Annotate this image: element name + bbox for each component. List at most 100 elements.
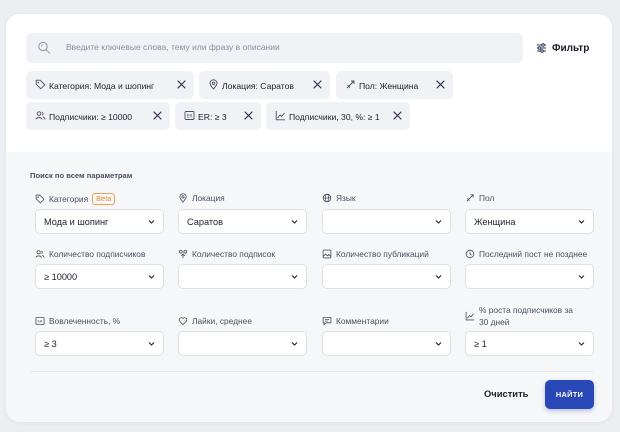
close-icon[interactable] [243,110,254,121]
close-icon[interactable] [152,110,163,121]
location-pin-icon [209,79,218,90]
subscriptions-icon [178,249,188,259]
section-title: Поиск по всем параметрам [30,171,133,180]
posts-select[interactable] [322,264,451,289]
likes-select[interactable] [178,331,307,356]
gender-select[interactable]: Женщина [465,209,594,234]
chevron-down-icon [291,220,298,224]
field-label-gender: Пол [465,193,494,203]
filter-chip-er: ER ER: ≥ 3 [175,102,261,130]
search-input[interactable]: Введите ключевые слова, тему или фразу в… [26,33,523,63]
language-select[interactable] [322,209,451,234]
svg-text:ER: ER [37,319,42,324]
field-label-comments: Комментарии [322,316,389,326]
er-icon: ER [184,111,195,120]
filter-chip-label: Пол: Женщина [359,81,419,91]
comment-icon [322,316,332,326]
field-label-category: Категория Beta [35,193,116,205]
field-label-text: Пол [479,193,495,203]
growth-chart-icon [275,111,285,121]
gender-icon [466,194,474,202]
field-label-engagement: ER Вовлеченность, % [35,316,120,326]
growth-chart-icon [465,311,475,321]
close-icon[interactable] [312,79,323,90]
last-post-select[interactable] [465,264,594,289]
er-icon: ER [35,316,45,326]
sliders-icon [537,43,546,53]
field-label-location: Локация [178,193,225,203]
filter-chip-growth: Подписчики, 30, %: ≥ 1 [266,102,410,130]
select-value: ≥ 3 [44,339,57,349]
chevron-down-icon [148,275,155,279]
filter-button-label: Фильтр [552,42,590,54]
chevron-down-icon [435,275,442,279]
chevron-down-icon [435,220,442,224]
field-label-text: Последний пост не позднее [479,249,588,259]
location-pin-icon [179,193,187,203]
gender-icon [346,80,355,89]
field-label-growth: % роста подписчиков за 30 дней [465,304,583,328]
chevron-down-icon [578,342,585,346]
chevron-down-icon [435,342,442,346]
svg-text:ER: ER [187,113,193,118]
field-label-posts: Количество публикаций [322,249,429,259]
search-icon [38,41,51,54]
filter-chip-followers: Подписчики: ≥ 10000 [26,102,170,130]
select-value: ≥ 1 [474,339,487,349]
location-select[interactable]: Саратов [178,209,307,234]
chevron-down-icon [578,275,585,279]
filter-chip-gender: Пол: Женщина [336,71,453,99]
filter-chip-category: Категория: Мода и шопинг [26,71,194,99]
field-label-text: Количество подписок [192,249,276,259]
followers-icon [35,111,46,120]
filter-chip-label: ER: ≥ 3 [198,112,227,122]
field-label-text: Категория [49,194,89,204]
growth-select[interactable]: ≥ 1 [465,331,594,356]
filter-chip-label: Подписчики: ≥ 10000 [49,112,133,122]
field-label-text: Лайки, среднее [192,316,252,326]
subscriptions-select[interactable] [178,264,307,289]
field-label-text: % роста подписчиков за 30 дней [479,305,573,327]
tag-icon [35,79,46,90]
category-select[interactable]: Мода и шопинг [35,209,164,234]
search-placeholder: Введите ключевые слова, тему или фразу в… [66,42,280,52]
select-value: Мода и шопинг [44,217,109,227]
followers-icon [35,250,45,258]
close-icon[interactable] [176,79,187,90]
field-label-text: Язык [336,193,356,203]
close-icon[interactable] [435,79,446,90]
field-label-last-post: Последний пост не позднее [465,249,587,259]
image-icon [322,249,332,259]
clock-icon [465,249,475,259]
divider [30,371,593,372]
followers-select[interactable]: ≥ 10000 [35,264,164,289]
field-label-subscriptions: Количество подписок [178,249,275,259]
chevron-down-icon [148,342,155,346]
select-value: Женщина [474,217,516,227]
comments-select[interactable] [322,331,451,356]
chevron-down-icon [291,275,298,279]
filter-chip-label: Локация: Саратов [222,81,294,91]
close-icon[interactable] [392,110,403,121]
chevron-down-icon [578,220,585,224]
search-filter-card: Введите ключевые слова, тему или фразу в… [6,14,612,422]
field-label-text: Количество публикаций [336,249,429,259]
beta-badge: Beta [92,193,116,205]
field-label-text: Вовлеченность, % [49,316,121,326]
tag-icon [35,194,45,204]
heart-icon [178,317,188,326]
clear-button[interactable]: Очистить [484,388,528,399]
field-label-text: Количество подписчиков [49,249,146,259]
select-value: ≥ 10000 [44,272,78,282]
field-label-likes: Лайки, среднее [178,316,252,326]
filter-chip-label: Подписчики, 30, %: ≥ 1 [289,112,380,122]
filter-chip-label: Категория: Мода и шопинг [49,81,155,91]
filter-chip-location: Локация: Саратов [199,71,330,99]
field-label-text: Комментарии [336,316,389,326]
engagement-select[interactable]: ≥ 3 [35,331,164,356]
find-button[interactable]: НАЙТИ [545,380,594,409]
globe-icon [322,193,332,203]
chevron-down-icon [291,342,298,346]
filter-button[interactable]: Фильтр [536,38,589,58]
field-label-followers: Количество подписчиков [35,249,145,259]
